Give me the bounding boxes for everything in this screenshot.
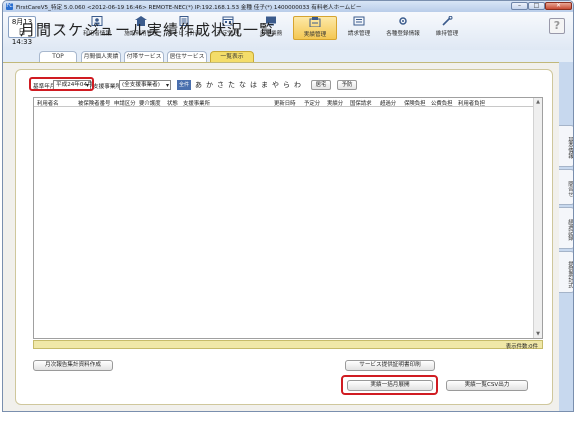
- side-tab-basic-info[interactable]: 基本情報: [559, 125, 573, 167]
- col-user-name[interactable]: 利用者名: [37, 99, 59, 107]
- col-updated-at[interactable]: 更新日時: [274, 99, 296, 107]
- tab-incidental-service[interactable]: 付帯サービス: [124, 51, 164, 62]
- col-application-type[interactable]: 申請区分: [114, 99, 136, 107]
- col-care-level[interactable]: 要介護度: [139, 99, 161, 107]
- col-actual[interactable]: 実績分: [327, 99, 343, 107]
- close-button[interactable]: ✕: [545, 2, 572, 10]
- vertical-scrollbar[interactable]: ▲ ▼: [533, 98, 542, 338]
- filter-row: 基準年月 平成24年04月 支援事業所 (全支援事業者) 全件 あ か さ た …: [33, 80, 553, 92]
- kana-filter-ka[interactable]: か: [206, 80, 213, 90]
- tool-label: 維持管理: [435, 31, 459, 37]
- highlight-box-month: [29, 77, 94, 91]
- side-tab-progress-record[interactable]: 経過記録: [559, 207, 573, 249]
- tool-results[interactable]: 実績管理: [293, 16, 337, 40]
- col-public-burden[interactable]: 公費負担: [431, 99, 453, 107]
- kana-filter-na[interactable]: な: [239, 80, 246, 90]
- kana-filter-ra[interactable]: ら: [283, 80, 290, 90]
- tab-list-view[interactable]: 一覧表示: [210, 51, 254, 62]
- app-icon: FC: [6, 3, 13, 10]
- page-bottom: [0, 412, 576, 432]
- tab-bar: TOP 月間個人実績 付帯サービス 居住サービス 一覧表示: [3, 50, 573, 62]
- csv-export-button[interactable]: 実績一覧CSV出力: [446, 380, 528, 391]
- kana-filter-wa[interactable]: わ: [294, 80, 301, 90]
- col-status[interactable]: 状態: [167, 99, 178, 107]
- page-title: 月間スケジュール実績作成状況一覧: [20, 21, 275, 39]
- highlight-box-bulk-expand: [341, 375, 438, 395]
- tab-monthly-personal[interactable]: 月間個人実績: [81, 51, 121, 62]
- all-button[interactable]: 全件: [177, 80, 191, 90]
- window-title: FirstCareV5_特定 5.0.060 <2012-06-19 16:46…: [16, 5, 362, 11]
- minimize-button[interactable]: –: [511, 2, 528, 10]
- scroll-up-icon[interactable]: ▲: [534, 98, 542, 106]
- col-insurance-burden[interactable]: 保険負担: [404, 99, 426, 107]
- kana-filter-ya[interactable]: や: [272, 80, 279, 90]
- tab-residential-service[interactable]: 居住サービス: [167, 51, 207, 62]
- kana-filter-a[interactable]: あ: [195, 80, 202, 90]
- count-bar: 表示件数:0件: [33, 340, 543, 350]
- results-table: 利用者名 被保険者番号 申請区分 要介護度 状態 支援事業所 更新日時 予定分 …: [33, 97, 543, 339]
- monthly-report-button[interactable]: 月次報告集計資料作成: [33, 360, 113, 371]
- kana-filter-sa[interactable]: さ: [217, 80, 224, 90]
- col-support-office[interactable]: 支援事業所: [183, 99, 210, 107]
- col-scheduled[interactable]: 予定分: [304, 99, 320, 107]
- table-header: 利用者名 被保険者番号 申請区分 要介護度 状態 支援事業所 更新日時 予定分 …: [34, 98, 534, 107]
- tool-label: 各種登録情報: [386, 31, 420, 37]
- side-tab-inquiry[interactable]: 問合せ: [559, 169, 573, 205]
- tab-top[interactable]: TOP: [39, 51, 77, 62]
- kana-filter-ha[interactable]: は: [250, 80, 257, 90]
- col-insured-number[interactable]: 被保険者番号: [78, 99, 110, 107]
- col-user-burden[interactable]: 利用者負担: [458, 99, 485, 107]
- col-excess[interactable]: 超過分: [380, 99, 396, 107]
- tool-billing[interactable]: 請求管理: [337, 16, 381, 40]
- kana-filter-ta[interactable]: た: [228, 80, 235, 90]
- col-nhi-claim[interactable]: 国保請求: [350, 99, 372, 107]
- results-icon: [309, 17, 321, 27]
- maintenance-icon: [442, 16, 453, 26]
- title-bar: FC FirstCareV5_特定 5.0.060 <2012-06-19 16…: [3, 1, 573, 12]
- help-icon[interactable]: ?: [549, 18, 565, 34]
- office-label: 支援事業所: [93, 84, 121, 90]
- maximize-button[interactable]: □: [528, 2, 545, 10]
- tool-label: 実績管理: [303, 32, 327, 38]
- scroll-down-icon[interactable]: ▼: [534, 330, 542, 338]
- tool-maintenance[interactable]: 維持管理: [425, 16, 469, 40]
- tool-registration[interactable]: 各種登録情報: [381, 16, 425, 40]
- home-button[interactable]: 居宅: [311, 80, 331, 90]
- record-count: 表示件数:0件: [505, 344, 538, 350]
- service-certificate-print-button[interactable]: サービス提供証明書印刷: [345, 360, 435, 371]
- registration-icon: [399, 17, 407, 25]
- office-select[interactable]: (全支援事業者): [119, 80, 171, 90]
- prevent-button[interactable]: 予防: [337, 80, 357, 90]
- billing-icon: [353, 16, 365, 26]
- side-tab-service-sheet[interactable]: 提供票計式: [559, 251, 573, 293]
- tool-label: 請求管理: [347, 31, 371, 37]
- kana-filter-ma[interactable]: ま: [261, 80, 268, 90]
